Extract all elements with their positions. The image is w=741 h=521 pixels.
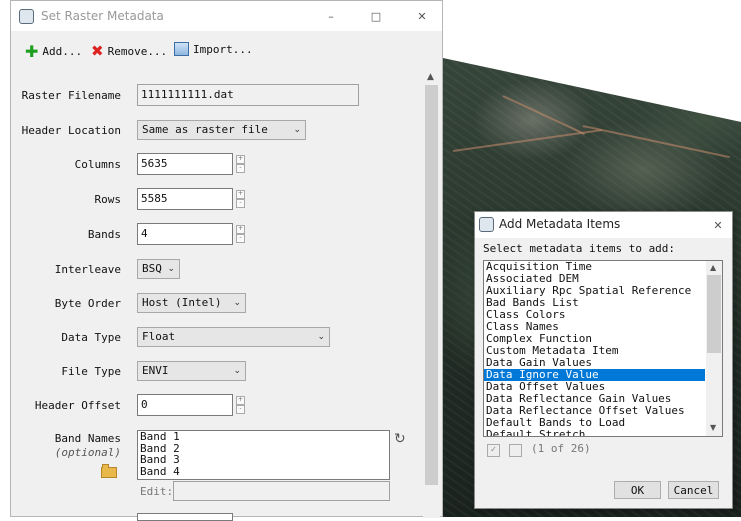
chevron-down-icon: ⌄ — [293, 125, 301, 135]
raster-filename-field: 1111111111.dat — [137, 84, 359, 106]
interleave-label: Interleave — [54, 263, 121, 276]
prompt-text: Select metadata items to add: — [483, 242, 676, 255]
raster-filename-label: Raster Filename — [21, 89, 121, 102]
interleave-value: BSQ — [142, 262, 162, 275]
chevron-down-icon: ⌄ — [233, 366, 241, 376]
header-offset-label: Header Offset — [34, 399, 121, 412]
file-type-value: ENVI — [142, 364, 169, 377]
stepper-up-icon[interactable]: + — [236, 190, 245, 199]
dialog-title: Add Metadata Items — [499, 217, 621, 231]
header-location-select[interactable]: Same as raster file ⌄ — [137, 120, 306, 140]
data-type-label: Data Type — [61, 331, 121, 344]
road-line — [502, 95, 585, 135]
stepper-down-icon[interactable]: - — [236, 234, 245, 243]
columns-stepper[interactable]: + - — [236, 155, 245, 173]
remove-button[interactable]: ✖ Remove... — [91, 42, 167, 60]
app-icon — [19, 9, 34, 24]
byte-order-select[interactable]: Host (Intel) ⌄ — [137, 293, 246, 313]
file-type-label: File Type — [61, 365, 121, 378]
selection-count: (1 of 26) — [531, 442, 591, 455]
header-offset-field[interactable]: 0 — [137, 394, 233, 416]
list-item[interactable]: Band 1 — [138, 431, 389, 443]
header-offset-stepper[interactable]: + - — [236, 396, 245, 414]
remove-x-icon: ✖ — [91, 42, 104, 60]
add-button-label: Add... — [42, 45, 83, 58]
road-line — [582, 125, 730, 159]
stepper-up-icon[interactable]: + — [236, 396, 245, 405]
select-all-icon[interactable]: ✓ — [487, 444, 500, 457]
folder-icon[interactable] — [101, 464, 118, 478]
band-names-optional-label: (optional) — [54, 446, 121, 459]
close-icon[interactable]: ✕ — [703, 212, 733, 238]
import-button[interactable]: Import... — [174, 42, 253, 56]
band-names-list[interactable]: Band 1 Band 2 Band 3 Band 4 — [137, 430, 390, 480]
bands-label: Bands — [87, 228, 121, 241]
close-icon[interactable]: ✕ — [407, 1, 437, 31]
scrollbar-thumb[interactable] — [707, 275, 721, 353]
list-item[interactable]: Default Stretch — [484, 429, 722, 437]
chevron-down-icon: ⌄ — [317, 332, 325, 342]
list-scrollbar[interactable]: ▲ ▼ — [706, 261, 722, 436]
title-bar: Set Raster Metadata – □ ✕ — [11, 1, 442, 31]
stepper-up-icon[interactable]: + — [236, 155, 245, 164]
bands-field[interactable]: 4 — [137, 223, 233, 245]
plus-icon: ✚ — [25, 42, 39, 61]
rows-field[interactable]: 5585 — [137, 188, 233, 210]
chevron-down-icon: ⌄ — [233, 298, 241, 308]
stepper-down-icon[interactable]: - — [236, 405, 245, 414]
header-location-value: Same as raster file — [142, 123, 268, 136]
data-type-select[interactable]: Float ⌄ — [137, 327, 330, 347]
set-raster-metadata-dialog: Set Raster Metadata – □ ✕ ✚ Add... ✖ Rem… — [10, 0, 443, 521]
scroll-up-icon[interactable]: ▲ — [427, 72, 434, 82]
band-names-label: Band Names — [54, 432, 121, 445]
import-icon — [174, 42, 189, 56]
file-type-select[interactable]: ENVI ⌄ — [137, 361, 246, 381]
interleave-select[interactable]: BSQ ⌄ — [137, 259, 180, 279]
minimize-icon[interactable]: – — [316, 1, 346, 31]
bands-stepper[interactable]: + - — [236, 225, 245, 243]
chevron-down-icon: ⌄ — [167, 264, 175, 274]
add-button[interactable]: ✚ Add... — [25, 42, 82, 61]
refresh-icon[interactable]: ↻ — [394, 431, 406, 447]
app-icon — [479, 217, 494, 232]
scroll-up-icon[interactable]: ▲ — [710, 263, 716, 272]
cancel-button[interactable]: Cancel — [668, 481, 719, 499]
next-field-partial[interactable] — [137, 513, 233, 521]
byte-order-value: Host (Intel) — [142, 296, 222, 309]
title-bar: Add Metadata Items ✕ — [475, 212, 732, 238]
main-scrollbar[interactable]: ▲ — [423, 69, 440, 518]
edit-label: Edit: — [140, 485, 174, 498]
rows-stepper[interactable]: + - — [236, 190, 245, 208]
scroll-down-icon[interactable]: ▼ — [710, 423, 716, 432]
data-type-value: Float — [142, 330, 176, 343]
header-location-label: Header Location — [21, 124, 121, 137]
dialog-title: Set Raster Metadata — [41, 9, 164, 23]
stepper-down-icon[interactable]: - — [236, 199, 245, 208]
list-item[interactable]: Band 3 — [138, 454, 389, 466]
stepper-down-icon[interactable]: - — [236, 164, 245, 173]
columns-field[interactable]: 5635 — [137, 153, 233, 175]
columns-label: Columns — [74, 158, 121, 171]
add-metadata-items-dialog: Add Metadata Items ✕ Select metadata ite… — [474, 211, 733, 509]
remove-button-label: Remove... — [107, 44, 168, 58]
ok-button[interactable]: OK — [614, 481, 661, 499]
clear-selection-icon[interactable] — [509, 444, 522, 457]
import-button-label: Import... — [193, 42, 253, 56]
rows-label: Rows — [94, 193, 122, 206]
maximize-icon[interactable]: □ — [361, 1, 391, 31]
metadata-items-list[interactable]: Acquisition Time Associated DEM Auxiliar… — [483, 260, 723, 437]
byte-order-label: Byte Order — [54, 297, 121, 310]
scrollbar-thumb[interactable] — [425, 85, 438, 485]
stepper-up-icon[interactable]: + — [236, 225, 245, 234]
edit-band-name-field — [173, 481, 390, 501]
list-item[interactable]: Band 4 — [138, 465, 389, 478]
